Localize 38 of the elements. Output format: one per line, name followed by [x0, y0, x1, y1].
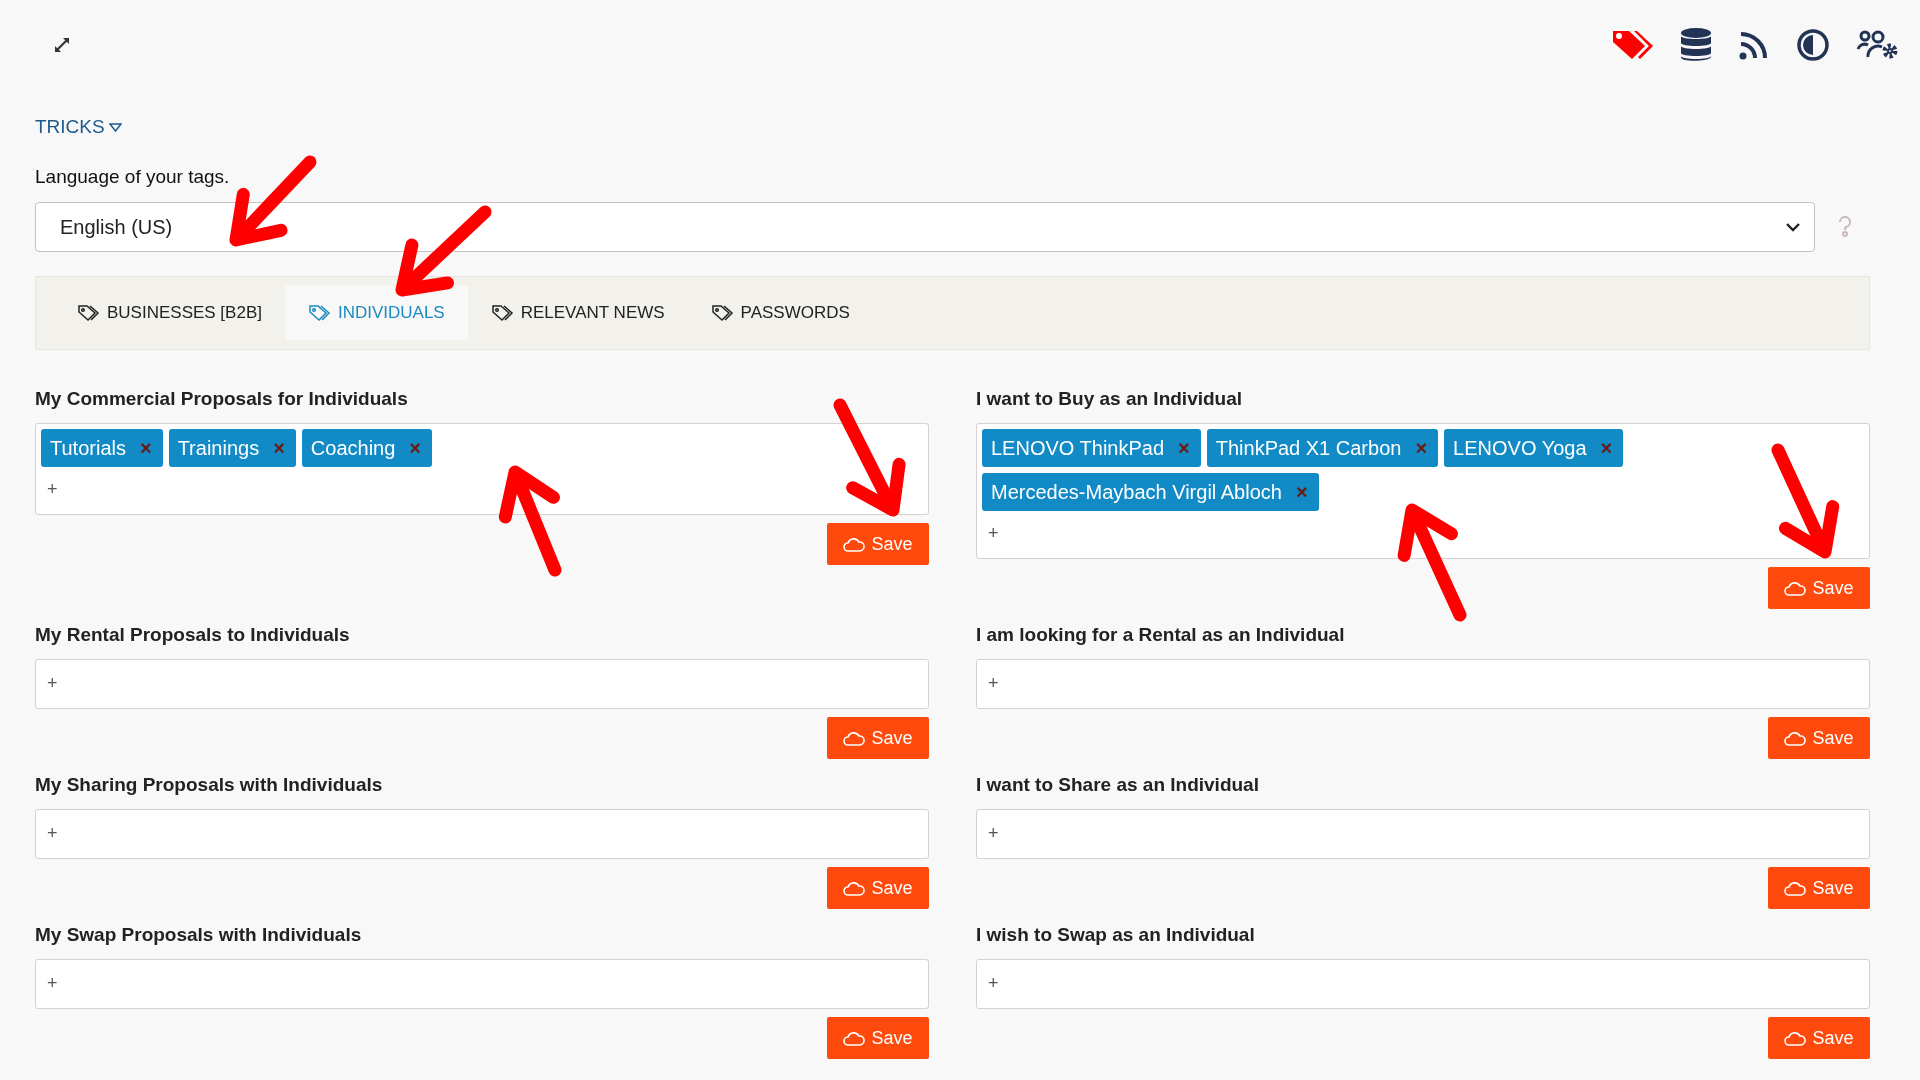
tag-field[interactable]: +: [976, 809, 1870, 859]
section-title: I am looking for a Rental as an Individual: [976, 624, 1346, 646]
tag-label: LENOVO Yoga: [1453, 436, 1587, 460]
section-title: My Swap Proposals with Individuals: [35, 924, 363, 946]
tag-label: Mercedes-Maybach Virgil Abloch: [991, 480, 1282, 504]
tag-label: Coaching: [310, 436, 396, 460]
tag-field[interactable]: Tutorials × Trainings × Coaching × +: [35, 423, 929, 515]
field-label: Language of your tags.: [35, 166, 231, 188]
tab[interactable]: BUSINESSES [B2B]: [54, 286, 285, 340]
tag-label: LENOVO ThinkPad: [991, 436, 1165, 460]
tag-label: Trainings: [177, 436, 260, 460]
tab[interactable]: INDIVIDUALS: [284, 286, 468, 340]
tag-field[interactable]: +: [35, 809, 929, 859]
tag-field[interactable]: +: [35, 959, 929, 1009]
add-tag-button[interactable]: +: [41, 471, 64, 508]
section-title: My Rental Proposals to Individuals: [35, 624, 351, 646]
tab[interactable]: PASSWORDS: [687, 286, 873, 340]
tag-label: ThinkPad X1 Carbon: [1215, 436, 1402, 460]
section-title: My Commercial Proposals for Individuals: [35, 388, 409, 410]
add-tag-button[interactable]: +: [982, 515, 1005, 552]
tag-field[interactable]: +: [35, 659, 929, 709]
add-tag-button[interactable]: +: [982, 965, 1005, 1002]
tag-field[interactable]: +: [976, 659, 1870, 709]
section-title: I want to Buy as an Individual: [976, 388, 1244, 410]
add-tag-button[interactable]: +: [982, 815, 1005, 852]
tag-label: Tutorials: [50, 436, 126, 460]
add-tag-button[interactable]: +: [982, 665, 1005, 702]
language-select[interactable]: English (US): [35, 202, 1815, 252]
section-title: I want to Share as an Individual: [976, 774, 1260, 796]
section-title: My Sharing Proposals with Individuals: [35, 774, 384, 796]
tag-field[interactable]: +: [976, 959, 1870, 1009]
add-tag-button[interactable]: +: [41, 665, 64, 702]
section-title: I wish to Swap as an Individual: [976, 924, 1256, 946]
add-tag-button[interactable]: +: [41, 815, 64, 852]
add-tag-button[interactable]: +: [41, 965, 64, 1002]
tricks-toggle[interactable]: TRICKS: [35, 116, 122, 138]
tab[interactable]: RELEVANT NEWS: [467, 286, 688, 340]
tag-field[interactable]: LENOVO ThinkPad × ThinkPad X1 Carbon × LENOVO Yoga × Mercedes-Maybach Virgil Abloch × +: [976, 423, 1870, 559]
